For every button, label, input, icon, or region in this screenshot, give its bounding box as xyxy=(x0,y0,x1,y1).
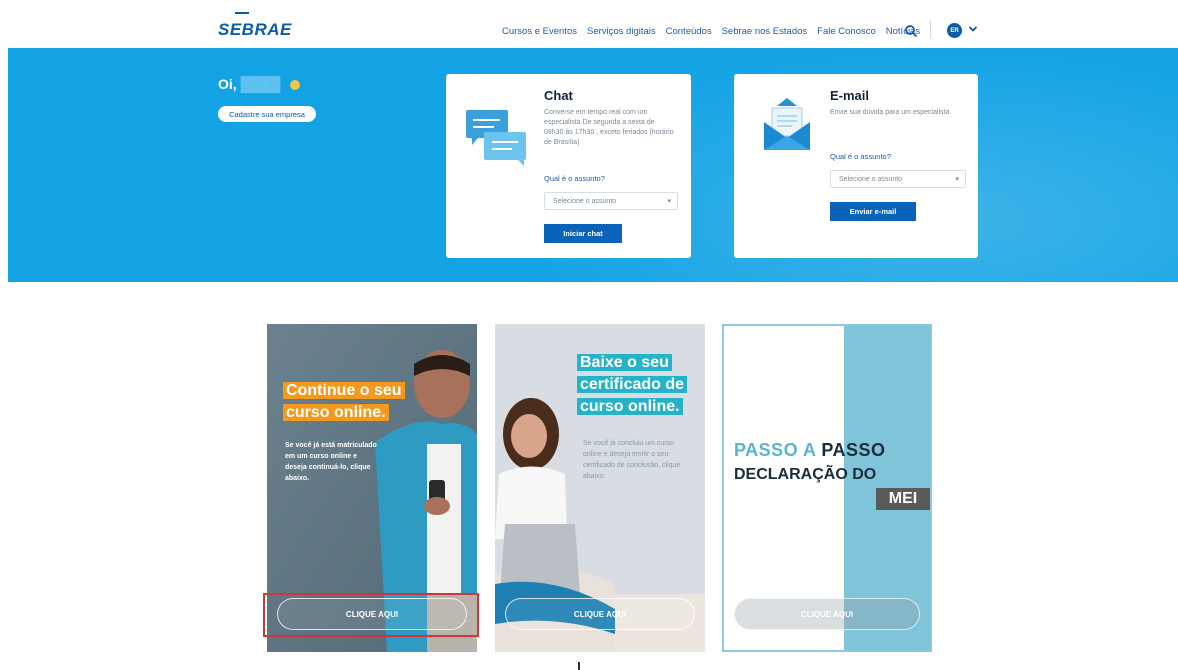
highlight-frame xyxy=(263,593,479,637)
email-title: E-mail xyxy=(830,88,870,103)
chat-card: Chat Converse em tempo real com um espec… xyxy=(446,74,691,258)
envelope-icon xyxy=(764,98,810,150)
promo3-title-line3: MEI xyxy=(876,488,930,510)
nav-item-servicos[interactable]: Serviços digitais xyxy=(587,26,656,37)
nav-item-conteudos[interactable]: Conteúdos xyxy=(666,26,712,37)
register-company-button[interactable]: Cadastre sua empresa xyxy=(218,106,316,122)
promo2-text: Se você já concluiu um curso online e de… xyxy=(583,440,681,480)
promo1-title-line1: Continue o seu xyxy=(283,382,405,399)
chat-select-value: Selecione o assunto xyxy=(553,197,617,205)
promo2-title: Baixe o seu certificado de curso online. xyxy=(577,352,688,418)
greeting-text: Oi, xyxy=(218,76,237,92)
logo-bars xyxy=(235,12,249,16)
chevron-down-icon[interactable] xyxy=(968,24,978,34)
promo-mei-declaration[interactable]: PASSO A PASSO DECLARAÇÃO DO MEI CLIQUE A… xyxy=(722,324,932,652)
chat-title: Chat xyxy=(544,88,573,103)
promo-certificate[interactable]: Baixe o seu certificado de curso online.… xyxy=(495,324,705,652)
nav-item-cursos[interactable]: Cursos e Eventos xyxy=(502,26,577,37)
chat-question-label: Qual é o assunto? xyxy=(544,174,605,183)
site-header: SEBRAE Cursos e Eventos Serviços digitai… xyxy=(0,0,1178,48)
promo3-cta-button[interactable]: CLIQUE AQUI xyxy=(734,598,920,630)
email-subject-select[interactable]: Selecione o assunto ▾ xyxy=(830,170,966,188)
sebrae-logo[interactable]: SEBRAE xyxy=(218,20,292,40)
email-question-label: Qual é o assunto? xyxy=(830,152,891,161)
nav-item-fale-conosco[interactable]: Fale Conosco xyxy=(817,26,876,37)
promo1-title: Continue o seu curso online. xyxy=(283,380,405,424)
main-nav: Cursos e Eventos Serviços digitais Conte… xyxy=(502,26,920,37)
start-chat-button[interactable]: Iniciar chat xyxy=(544,224,622,243)
email-description: Envie sua dúvida para um especialista xyxy=(830,109,950,116)
select-arrow-icon: ▾ xyxy=(667,198,671,205)
avatar[interactable]: ER xyxy=(947,23,962,38)
send-email-button[interactable]: Enviar e-mail xyxy=(830,202,916,221)
select-arrow-icon: ▾ xyxy=(955,176,959,183)
promo1-title-line2: curso online. xyxy=(283,404,389,421)
nav-item-estados[interactable]: Sebrae nos Estados xyxy=(722,26,808,37)
promo2-title-line2: certificado de xyxy=(577,376,688,393)
page: SEBRAE Cursos e Eventos Serviços digitai… xyxy=(0,0,1178,670)
promo3-title-line1: PASSO A PASSO xyxy=(734,440,886,461)
user-name: ████ xyxy=(240,76,281,92)
promo2-title-line1: Baixe o seu xyxy=(577,354,672,371)
promo3-title-line2: DECLARAÇÃO DO xyxy=(734,466,877,483)
smile-icon xyxy=(290,80,301,90)
page-bottom-marker xyxy=(578,662,580,670)
email-card: E-mail Envie sua dúvida para um especial… xyxy=(734,74,978,258)
promo2-title-line3: curso online. xyxy=(577,398,683,415)
search-icon[interactable] xyxy=(904,24,918,38)
email-select-value: Selecione o assunto xyxy=(839,175,903,183)
chat-subject-select[interactable]: Selecione o assunto ▾ xyxy=(544,192,678,210)
chat-description: Converse em tempo real com um especialis… xyxy=(544,109,674,146)
promo2-cta-button[interactable]: CLIQUE AQUI xyxy=(505,598,695,630)
chat-bubbles-icon xyxy=(466,110,526,166)
promo3-passo-a: PASSO A xyxy=(734,440,816,460)
greeting: Oi, ████ xyxy=(218,76,301,92)
header-divider xyxy=(930,20,931,38)
promo1-text: Se você já está matriculado em um curso … xyxy=(285,442,377,482)
promo3-passo: PASSO xyxy=(821,440,886,460)
